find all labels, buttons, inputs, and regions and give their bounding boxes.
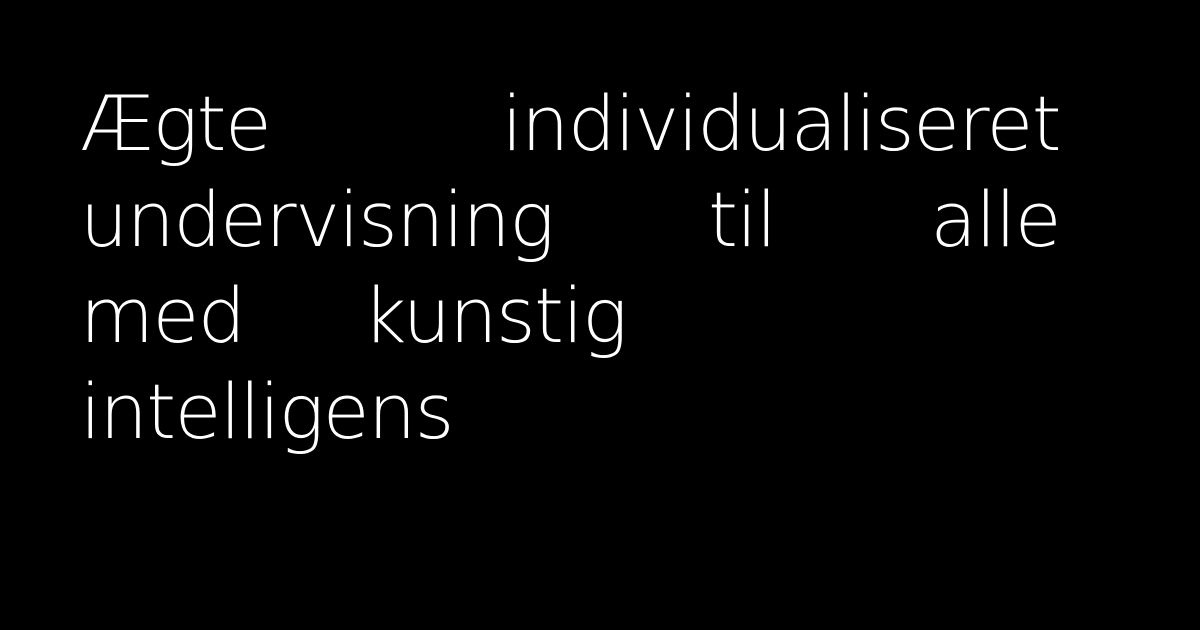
headline-word: alle — [930, 175, 1061, 264]
headline-line-3: med kunstig — [80, 268, 1060, 364]
headline-word: intelligens — [80, 367, 454, 456]
headline-word: med — [80, 271, 246, 360]
headline-word: undervisning — [80, 175, 555, 264]
headline-word: Ægte — [80, 79, 272, 168]
headline: Ægte individualiseret undervisning til a… — [80, 76, 1062, 460]
headline-word: til — [708, 175, 777, 264]
headline-line-1: Ægte individualiseret — [80, 76, 1062, 172]
headline-line-2: undervisning til alle — [80, 172, 1061, 268]
headline-word: individualiseret — [501, 79, 1062, 168]
headline-word: kunstig — [362, 271, 628, 360]
og-image-canvas: Ægte individualiseret undervisning til a… — [0, 0, 1200, 630]
headline-line-4: intelligens — [80, 364, 1060, 460]
